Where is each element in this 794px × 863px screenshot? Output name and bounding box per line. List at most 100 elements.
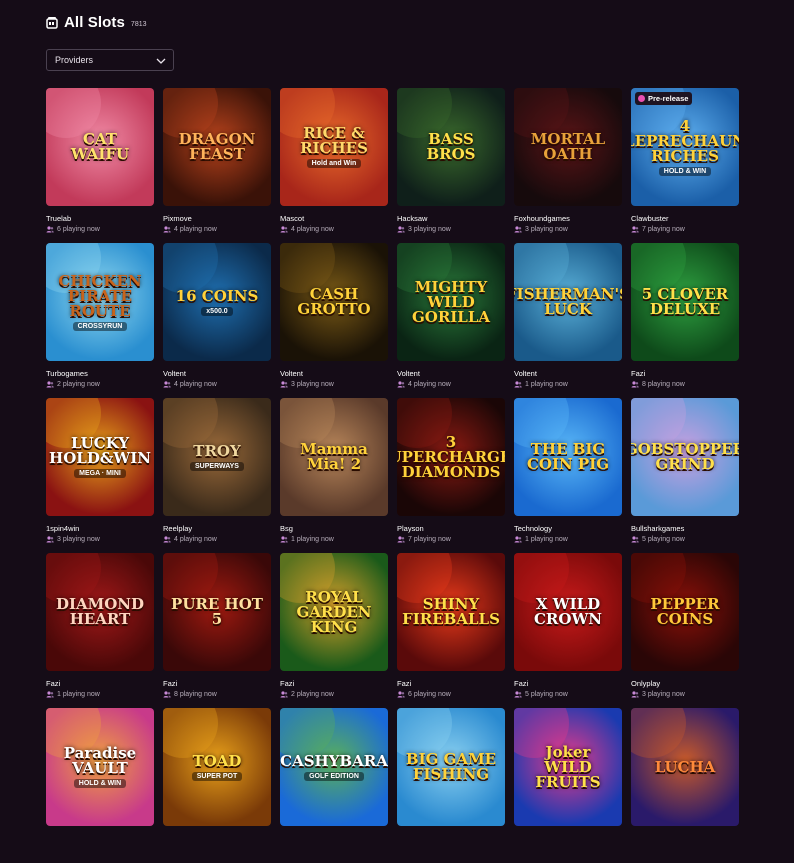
game-thumbnail[interactable]: Paradise VAULT HOLD & WIN	[46, 708, 154, 826]
game-card[interactable]: CASHYBARA GOLF EDITION	[280, 708, 388, 863]
game-provider[interactable]	[46, 834, 154, 843]
game-card[interactable]: BASS BROS Hacksaw 3 playing now	[397, 88, 505, 243]
game-thumbnail[interactable]: LUCHA	[631, 708, 739, 826]
game-card[interactable]: LUCHA	[631, 708, 739, 863]
game-provider[interactable]: Voltent	[163, 369, 271, 378]
game-thumbnail[interactable]: RICE & RICHES Hold and Win	[280, 88, 388, 206]
game-thumbnail[interactable]: THE BIG COIN PIG	[514, 398, 622, 516]
providers-dropdown[interactable]: Providers	[46, 49, 174, 71]
game-provider[interactable]	[397, 834, 505, 843]
game-card[interactable]: PURE HOT 5 Fazi 8 playing now	[163, 553, 271, 708]
game-card[interactable]: LUCKY HOLD&WIN MEGA · MINI 1spin4win 3 play…	[46, 398, 154, 553]
game-thumbnail[interactable]: PEPPER COINS	[631, 553, 739, 671]
game-card[interactable]: Pre-release 4 LEPRECHAUN RICHESHOLD & WIN…	[631, 88, 739, 243]
game-card[interactable]: GOBSTOPPER GRIND Bullsharkgames 5 playing …	[631, 398, 739, 553]
game-provider[interactable]: Turbogames	[46, 369, 154, 378]
game-card[interactable]: ROYAL GARDEN KING Fazi 2 playing now	[280, 553, 388, 708]
game-thumbnail[interactable]: 5 CLOVER DELUXE	[631, 243, 739, 361]
game-provider[interactable]: Fazi	[46, 679, 154, 688]
game-provider[interactable]: Fazi	[163, 679, 271, 688]
game-provider[interactable]	[280, 834, 388, 843]
game-thumbnail[interactable]: LUCKY HOLD&WIN MEGA · MINI	[46, 398, 154, 516]
game-card[interactable]: TROY SUPERWAYS Reelplay 4 playing now	[163, 398, 271, 553]
game-provider[interactable]: Onlyplay	[631, 679, 739, 688]
game-thumbnail[interactable]: 16 COINS x500.0	[163, 243, 271, 361]
game-provider[interactable]: Clawbuster	[631, 214, 739, 223]
game-card[interactable]: DRAGON FEAST Pixmove 4 playing now	[163, 88, 271, 243]
game-card[interactable]: FISHERMAN'S LUCK Voltent 1 playing now	[514, 243, 622, 398]
game-thumbnail[interactable]: Joker WILD FRUITS	[514, 708, 622, 826]
game-thumbnail[interactable]: GOBSTOPPER GRIND	[631, 398, 739, 516]
game-thumbnail[interactable]: TROY SUPERWAYS	[163, 398, 271, 516]
game-card[interactable]: 16 COINS x500.0 Voltent 4 playing now	[163, 243, 271, 398]
game-thumbnail[interactable]: DIAMOND HEART	[46, 553, 154, 671]
game-provider[interactable]: Reelplay	[163, 524, 271, 533]
game-provider[interactable]: 1spin4win	[46, 524, 154, 533]
game-provider[interactable]: Voltent	[514, 369, 622, 378]
game-provider[interactable]: Truelab	[46, 214, 154, 223]
game-thumbnail[interactable]: BIG GAME FISHING	[397, 708, 505, 826]
game-thumbnail[interactable]: CAT WAIFU	[46, 88, 154, 206]
game-provider[interactable]: Voltent	[397, 369, 505, 378]
game-thumbnail[interactable]: Pre-release 4 LEPRECHAUN RICHESHOLD & WIN	[631, 88, 739, 206]
game-thumbnail[interactable]: FISHERMAN'S LUCK	[514, 243, 622, 361]
thumbnail-glow	[163, 708, 218, 758]
game-provider[interactable]: Mascot	[280, 214, 388, 223]
game-card[interactable]: CHICKEN PIRATE ROUTE CROSSYRUN Turbogames 2…	[46, 243, 154, 398]
game-provider[interactable]	[163, 834, 271, 843]
game-provider[interactable]: Technology	[514, 524, 622, 533]
game-logo-subtitle: HOLD & WIN	[73, 779, 127, 788]
game-card[interactable]: CAT WAIFU Truelab 6 playing now	[46, 88, 154, 243]
game-thumbnail[interactable]: CASH GROTTO	[280, 243, 388, 361]
users-icon	[514, 381, 522, 388]
game-card[interactable]: BIG GAME FISHING	[397, 708, 505, 863]
players-count-label: 8 playing now	[642, 381, 685, 388]
game-thumbnail[interactable]: X WILD CROWN	[514, 553, 622, 671]
game-provider[interactable]: Fazi	[631, 369, 739, 378]
game-provider[interactable]: Playson	[397, 524, 505, 533]
game-thumbnail[interactable]: SHINY FIREBALLS	[397, 553, 505, 671]
game-thumbnail[interactable]: TOAD SUPER POT	[163, 708, 271, 826]
users-icon	[514, 691, 522, 698]
game-card[interactable]: PEPPER COINS Onlyplay 3 playing now	[631, 553, 739, 708]
game-provider[interactable]: Fazi	[280, 679, 388, 688]
game-thumbnail[interactable]: MIGHTY WILD GORILLA	[397, 243, 505, 361]
game-provider[interactable]: Pixmove	[163, 214, 271, 223]
game-provider[interactable]: Fazi	[514, 679, 622, 688]
game-card[interactable]: MIGHTY WILD GORILLA Voltent 4 playing now	[397, 243, 505, 398]
game-card[interactable]: MORTAL OATH Foxhoundgames 3 playing now	[514, 88, 622, 243]
game-thumbnail[interactable]: MORTAL OATH	[514, 88, 622, 206]
players-count: 6 playing now	[397, 691, 505, 698]
game-card[interactable]: 3 SUPERCHARGED DIAMONDS Playson 7 playing …	[397, 398, 505, 553]
game-card[interactable]: Mamma Mia! 2 Bsg 1 playing now	[280, 398, 388, 553]
game-provider[interactable]: Voltent	[280, 369, 388, 378]
game-thumbnail[interactable]: CHICKEN PIRATE ROUTE CROSSYRUN	[46, 243, 154, 361]
game-card[interactable]: TOAD SUPER POT	[163, 708, 271, 863]
game-logo-text: THE BIG COIN PIG	[526, 440, 610, 473]
game-thumbnail[interactable]: PURE HOT 5	[163, 553, 271, 671]
game-provider[interactable]: Fazi	[397, 679, 505, 688]
game-card[interactable]: SHINY FIREBALLS Fazi 6 playing now	[397, 553, 505, 708]
game-thumbnail[interactable]: CASHYBARA GOLF EDITION	[280, 708, 388, 826]
players-count-label: 6 playing now	[408, 691, 451, 698]
game-thumbnail[interactable]: ROYAL GARDEN KING	[280, 553, 388, 671]
game-thumbnail[interactable]: 3 SUPERCHARGED DIAMONDS	[397, 398, 505, 516]
game-provider[interactable]	[631, 834, 739, 843]
game-provider[interactable]: Foxhoundgames	[514, 214, 622, 223]
game-card[interactable]: CASH GROTTO Voltent 3 playing now	[280, 243, 388, 398]
game-provider[interactable]	[514, 834, 622, 843]
game-thumbnail[interactable]: DRAGON FEAST	[163, 88, 271, 206]
game-provider[interactable]: Bullsharkgames	[631, 524, 739, 533]
game-card[interactable]: Paradise VAULT HOLD & WIN	[46, 708, 154, 863]
game-card[interactable]: THE BIG COIN PIG Technology 1 playing now	[514, 398, 622, 553]
game-card[interactable]: 5 CLOVER DELUXE Fazi 8 playing now	[631, 243, 739, 398]
game-card[interactable]: RICE & RICHES Hold and Win Mascot 4 playing…	[280, 88, 388, 243]
game-card[interactable]: X WILD CROWN Fazi 5 playing now	[514, 553, 622, 708]
players-count: 1 playing now	[280, 536, 388, 543]
game-provider[interactable]: Hacksaw	[397, 214, 505, 223]
game-thumbnail[interactable]: BASS BROS	[397, 88, 505, 206]
game-thumbnail[interactable]: Mamma Mia! 2	[280, 398, 388, 516]
game-card[interactable]: Joker WILD FRUITS	[514, 708, 622, 863]
game-provider[interactable]: Bsg	[280, 524, 388, 533]
game-card[interactable]: DIAMOND HEART Fazi 1 playing now	[46, 553, 154, 708]
